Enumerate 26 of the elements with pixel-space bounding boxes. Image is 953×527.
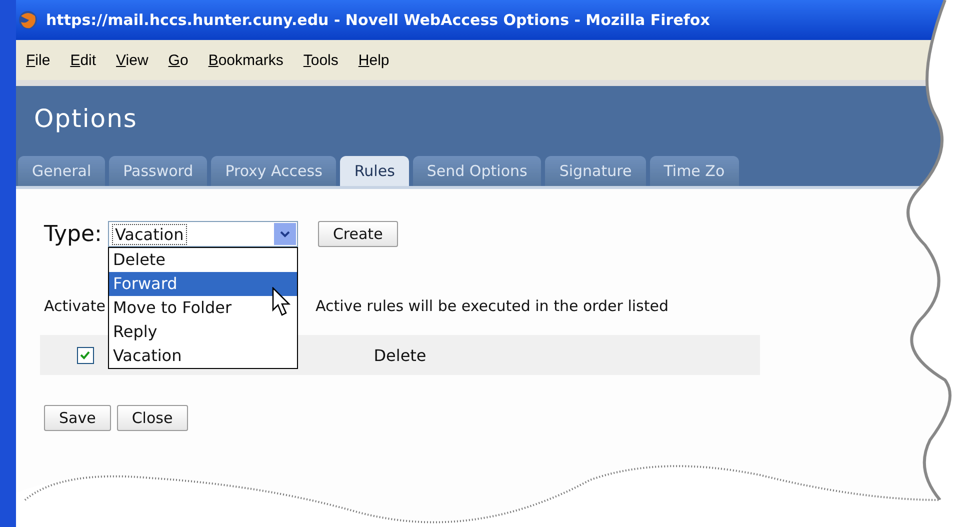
dropdown-option[interactable]: Vacation [108,344,297,368]
dropdown-option[interactable]: Forward [108,272,297,296]
menu-item[interactable]: Bookmarks [208,52,284,68]
action-button[interactable]: Close [116,405,188,431]
activate-column-header: Activate [44,297,106,315]
menu-item[interactable]: File [26,52,50,68]
action-button[interactable]: Save [44,405,111,431]
dropdown-option[interactable]: Delete [108,248,297,272]
rules-note: Active rules will be executed in the order listed [315,297,668,315]
menu-item[interactable]: View [116,52,148,68]
tab[interactable]: Rules [340,156,409,186]
type-select[interactable]: Vacation [108,221,298,247]
activate-checkbox[interactable] [76,346,94,364]
menu-item[interactable]: Go [168,52,188,68]
dropdown-option[interactable]: Move to Folder [108,296,297,320]
menu-item[interactable]: Help [358,52,390,68]
checkmark-icon [79,349,91,361]
menu-item[interactable]: Edit [70,52,96,68]
menu-item[interactable]: Tools [303,52,338,68]
browser-globe-icon [18,10,38,30]
page-title: Options [34,104,138,132]
dropdown-option[interactable]: Reply [108,320,297,344]
create-button[interactable]: Create [318,221,398,247]
window-title: https://mail.hccs.hunter.cuny.edu - Novell WebAccess Options - Mozilla Firefox [46,11,710,29]
type-label: Type: [44,222,102,246]
mouse-pointer-icon [272,287,292,317]
